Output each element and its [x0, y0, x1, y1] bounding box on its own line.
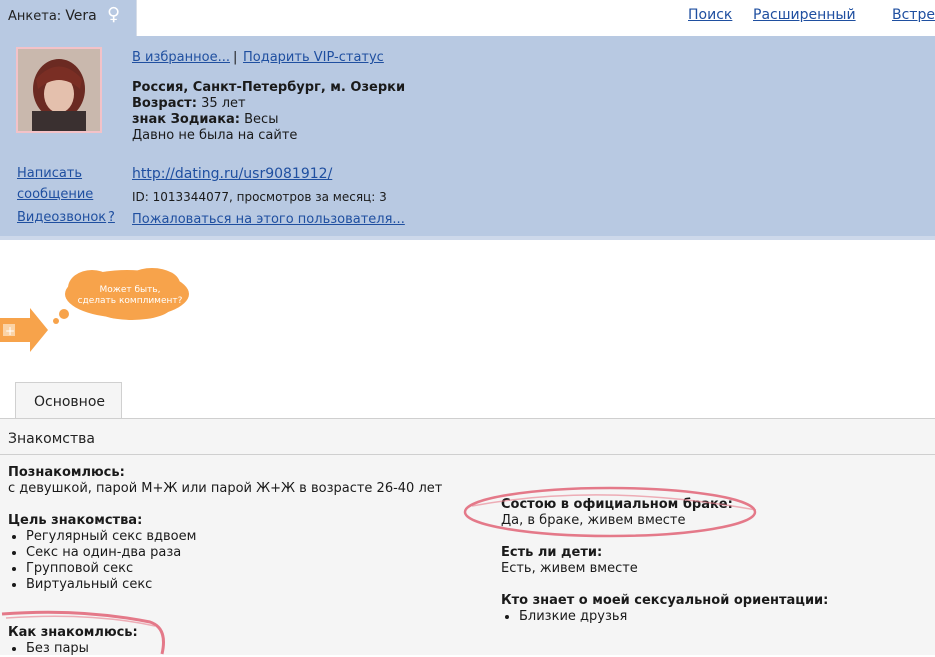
add-compliment-arrow-icon[interactable]: +	[0, 308, 50, 354]
profile-url-link[interactable]: http://dating.ru/usr9081912/	[132, 166, 332, 182]
top-bar: Анкета: Vera ♀ Поиск Расширенный Встре	[0, 0, 935, 38]
section-divider	[0, 454, 935, 455]
video-call-link[interactable]: Видеозвонок	[17, 210, 106, 225]
zodiac-row: знак Зодиака: Весы	[132, 112, 279, 127]
profile-tab[interactable]: Анкета: Vera ♀	[0, 0, 137, 38]
section-title: Знакомства	[8, 431, 95, 447]
svg-text:+: +	[5, 324, 15, 338]
report-user-link[interactable]: Пожаловаться на этого пользователя...	[132, 212, 405, 227]
orientation-label: Кто знает о моей сексуальной ориентации:	[501, 593, 829, 608]
age-row: Возраст: 35 лет	[132, 96, 246, 111]
nav-meetings-link[interactable]: Встре	[892, 7, 935, 23]
avatar[interactable]	[16, 47, 102, 133]
video-help-link[interactable]: ?	[108, 210, 115, 225]
list-item: Регулярный секс вдвоем	[26, 529, 196, 545]
panel-border	[0, 236, 935, 240]
last-seen-text: Давно не была на сайте	[132, 128, 298, 143]
list-item: Близкие друзья	[519, 609, 627, 625]
tab-main[interactable]: Основное	[15, 382, 122, 419]
list-item: Групповой секс	[26, 561, 196, 577]
meet-value: с девушкой, парой М+Ж или парой Ж+Ж в во…	[8, 481, 443, 496]
compliment-text[interactable]: Может быть, сделать комплимент?	[70, 285, 190, 307]
location-text: Россия, Санкт-Петербург, м. Озерки	[132, 80, 406, 95]
write-message-link-1[interactable]: Написать	[17, 166, 82, 181]
tab-main-label: Основное	[34, 394, 106, 410]
goal-label: Цель знакомства:	[8, 513, 143, 528]
profile-tab-label: Анкета: Vera	[8, 8, 97, 24]
add-favorite-link[interactable]: В избранное...	[132, 50, 230, 65]
list-item: Виртуальный секс	[26, 577, 196, 593]
how-label: Как знакомлюсь:	[8, 625, 138, 640]
kids-value: Есть, живем вместе	[501, 561, 638, 576]
female-icon: ♀	[107, 4, 121, 25]
link-separator: |	[233, 50, 238, 65]
nav-advanced-link[interactable]: Расширенный	[753, 7, 856, 23]
id-views-text: ID: 1013344077, просмотров за месяц: 3	[132, 190, 387, 204]
marriage-label: Состою в официальном браке:	[501, 497, 733, 512]
marriage-value: Да, в браке, живем вместе	[501, 513, 686, 528]
gift-vip-link[interactable]: Подарить VIP-статус	[243, 50, 384, 65]
nav-search-link[interactable]: Поиск	[688, 7, 732, 23]
goal-list: Регулярный секс вдвоем Секс на один-два …	[8, 529, 196, 593]
list-item: Секс на один-два раза	[26, 545, 196, 561]
orientation-list: Близкие друзья	[501, 609, 627, 625]
kids-label: Есть ли дети:	[501, 545, 603, 560]
meet-label: Познакомлюсь:	[8, 465, 125, 480]
write-message-link-2[interactable]: сообщение	[17, 187, 93, 202]
